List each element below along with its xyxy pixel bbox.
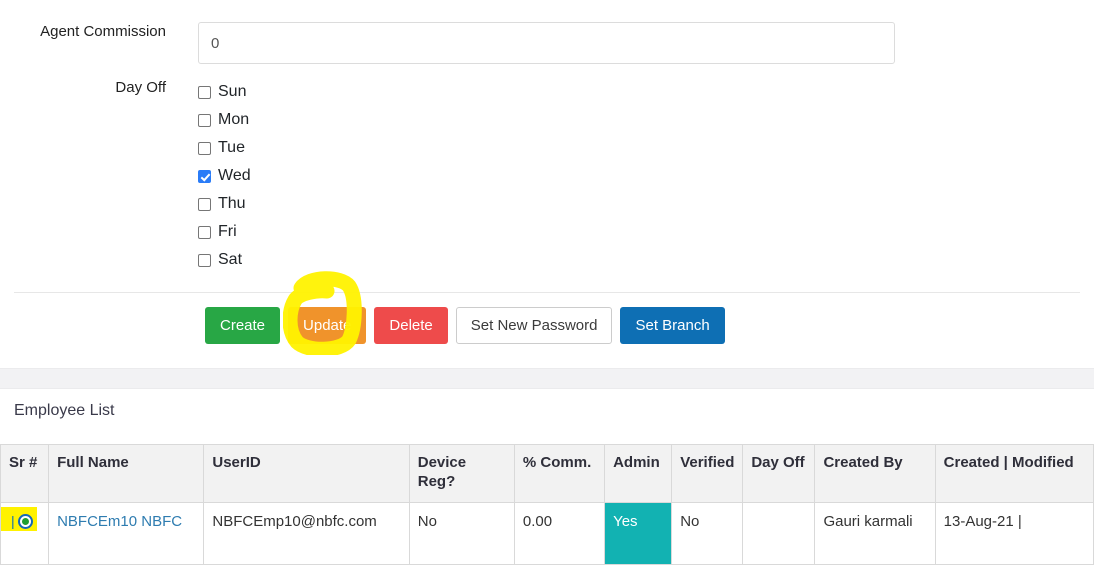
- form-action-buttons: Create Update Delete Set New Password Se…: [0, 293, 1094, 344]
- set-branch-button[interactable]: Set Branch: [620, 307, 725, 344]
- day-off-label: Day Off: [115, 79, 166, 96]
- row-select-radio[interactable]: [17, 514, 33, 529]
- day-off-checkbox-fri[interactable]: [198, 225, 211, 239]
- agent-commission-row: Agent Commission: [0, 0, 1094, 64]
- day-off-option-mon[interactable]: Mon: [198, 106, 1094, 134]
- cell-commission: 0.00: [513, 502, 606, 565]
- day-off-option-sun-label: Sun: [218, 83, 247, 100]
- update-button[interactable]: Update: [288, 307, 367, 344]
- column-header-full-name: Full Name: [48, 444, 205, 503]
- employee-name-link[interactable]: NBFCEm10 NBFC: [57, 513, 182, 530]
- day-off-option-sat[interactable]: Sat: [198, 246, 1094, 274]
- table-row[interactable]: | NBFCEm10 NBFC NBFCEmp10@nbfc.com No 0.…: [0, 502, 1094, 565]
- column-header-created-by: Created By: [814, 444, 936, 503]
- day-off-field-wrap: Sun Mon Tue Wed Thu Fri Sat: [166, 78, 1094, 274]
- cell-admin: Yes: [604, 502, 673, 565]
- employee-list-title: Employee List: [14, 402, 115, 419]
- day-off-option-sun[interactable]: Sun: [198, 78, 1094, 106]
- cell-day-off: [742, 502, 816, 565]
- cell-userid: NBFCEmp10@nbfc.com: [203, 502, 410, 565]
- day-off-checkbox-thu[interactable]: [198, 197, 211, 211]
- agent-commission-field-wrap: [166, 22, 1094, 64]
- create-button[interactable]: Create: [205, 307, 281, 344]
- column-header-device-reg: Device Reg?: [408, 444, 515, 503]
- employee-form-page: Agent Commission Day Off Sun Mon: [0, 0, 1094, 565]
- delete-button[interactable]: Delete: [374, 307, 448, 344]
- cell-created-by: Gauri karmali: [814, 502, 936, 565]
- admin-status-badge: Yes: [605, 503, 671, 564]
- day-off-checkbox-wed[interactable]: [198, 169, 211, 183]
- day-off-option-fri-label: Fri: [218, 223, 237, 240]
- row-marker-icon: |: [11, 513, 15, 529]
- day-off-option-wed[interactable]: Wed: [198, 162, 1094, 190]
- employee-list-table: Sr # Full Name UserID Device Reg? % Comm…: [0, 444, 1094, 565]
- employee-list-table-wrap: Sr # Full Name UserID Device Reg? % Comm…: [0, 444, 1094, 565]
- table-header-row: Sr # Full Name UserID Device Reg? % Comm…: [0, 444, 1094, 503]
- day-off-option-mon-label: Mon: [218, 111, 250, 128]
- column-header-verified: Verified: [671, 444, 744, 503]
- day-off-checkbox-sun[interactable]: [198, 85, 211, 99]
- agent-commission-input[interactable]: [198, 22, 895, 64]
- column-header-admin: Admin: [604, 444, 673, 503]
- day-off-option-tue-label: Tue: [218, 139, 245, 156]
- column-header-created-modified: Created | Modified: [934, 444, 1094, 503]
- day-off-option-sat-label: Sat: [218, 251, 243, 268]
- cell-created-modified: 13-Aug-21 |: [934, 502, 1094, 565]
- day-off-checkbox-list: Sun Mon Tue Wed Thu Fri Sat: [198, 78, 1094, 274]
- cell-device-reg: No: [408, 502, 515, 565]
- day-off-checkbox-sat[interactable]: [198, 253, 211, 267]
- day-off-checkbox-tue[interactable]: [198, 141, 211, 155]
- day-off-option-fri[interactable]: Fri: [198, 218, 1094, 246]
- day-off-option-thu[interactable]: Thu: [198, 190, 1094, 218]
- day-off-checkbox-mon[interactable]: [198, 113, 211, 127]
- employee-form: Agent Commission Day Off Sun Mon: [0, 0, 1094, 274]
- row-select-cell[interactable]: |: [0, 502, 50, 565]
- day-off-option-thu-label: Thu: [218, 195, 246, 212]
- column-header-day-off: Day Off: [742, 444, 816, 503]
- cell-verified: No: [671, 502, 744, 565]
- cell-full-name: NBFCEm10 NBFC: [48, 502, 205, 565]
- section-separator-band: [0, 368, 1094, 389]
- column-header-sr: Sr #: [0, 444, 50, 503]
- day-off-option-tue[interactable]: Tue: [198, 134, 1094, 162]
- agent-commission-label: Agent Commission: [40, 23, 166, 40]
- column-header-commission: % Comm.: [513, 444, 606, 503]
- day-off-row: Day Off Sun Mon Tue Wed Thu Fri Sat: [0, 64, 1094, 274]
- day-off-option-wed-label: Wed: [218, 167, 251, 184]
- column-header-userid: UserID: [203, 444, 410, 503]
- set-new-password-button[interactable]: Set New Password: [455, 307, 613, 344]
